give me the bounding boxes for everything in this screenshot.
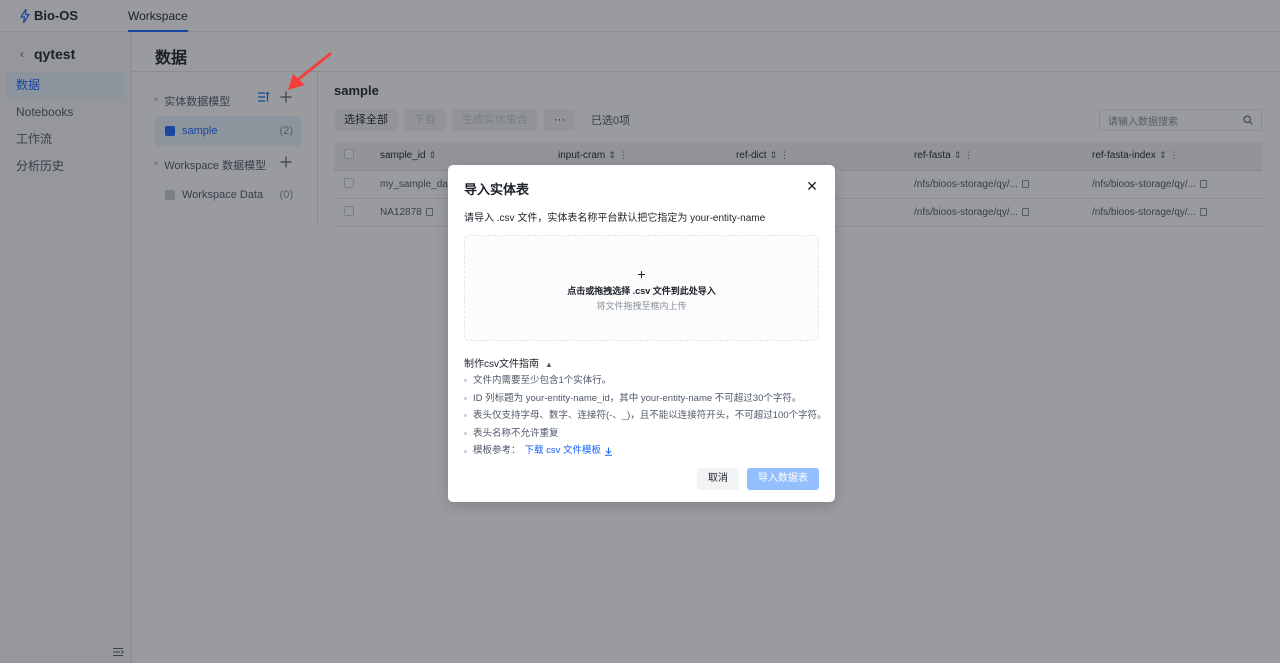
csv-guide-list: 文件内需要至少包含1个实体行。 ID 列标题为 your-entity-name…: [464, 372, 827, 460]
guide-item: 表头名称不允许重复: [464, 425, 827, 443]
annotation-arrow-icon: [288, 52, 332, 90]
guide-item: 模板参考： 下载 csv 文件模板: [464, 442, 827, 460]
guide-item: ID 列标题为 your-entity-name_id，其中 your-enti…: [464, 390, 827, 408]
guide-text: 表头仅支持字母、数字、连接符(-、_)，且不能以连接符开头，不可超过100个字符…: [473, 410, 827, 422]
guide-item: 文件内需要至少包含1个实体行。: [464, 372, 827, 390]
download-template-link[interactable]: 下载 csv 文件模板: [525, 442, 602, 460]
dialog-footer: 取消 导入数据表: [697, 468, 819, 490]
template-label: 模板参考：: [473, 445, 521, 457]
close-icon[interactable]: ✕: [805, 179, 819, 193]
guide-title: 制作csv文件指南: [464, 359, 539, 370]
dialog-description: 请导入 .csv 文件，实体表名称平台默认把它指定为 your-entity-n…: [464, 213, 766, 224]
bullet: [464, 396, 467, 400]
guide-text: 表头名称不允许重复: [473, 427, 559, 439]
bullet: [464, 432, 467, 436]
bullet: [464, 379, 467, 383]
csv-guide-toggle[interactable]: 制作csv文件指南 ▲: [464, 355, 553, 370]
guide-text: 文件内需要至少包含1个实体行。: [473, 375, 612, 386]
dropzone-main-text: 点击或拖拽选择 .csv 文件到此处导入: [567, 286, 716, 296]
guide-item: 表头仅支持字母、数字、连接符(-、_)，且不能以连接符开头，不可超过100个字符…: [464, 407, 827, 425]
bullet: [464, 414, 467, 418]
import-entity-dialog: 导入实体表 ✕ 请导入 .csv 文件，实体表名称平台默认把它指定为 your-…: [448, 165, 835, 502]
caret-up-icon: ▲: [545, 360, 553, 369]
cancel-button[interactable]: 取消: [697, 468, 739, 490]
bullet: [464, 449, 467, 453]
plus-icon: +: [637, 266, 646, 282]
import-table-button[interactable]: 导入数据表: [747, 468, 819, 490]
dropzone-sub-text: 将文件拖拽至框内上传: [596, 301, 687, 311]
file-dropzone[interactable]: + 点击或拖拽选择 .csv 文件到此处导入 将文件拖拽至框内上传: [464, 235, 819, 341]
download-icon[interactable]: [604, 447, 613, 456]
dialog-title: 导入实体表: [464, 182, 530, 197]
guide-text: ID 列标题为 your-entity-name_id，其中 your-enti…: [473, 392, 802, 404]
